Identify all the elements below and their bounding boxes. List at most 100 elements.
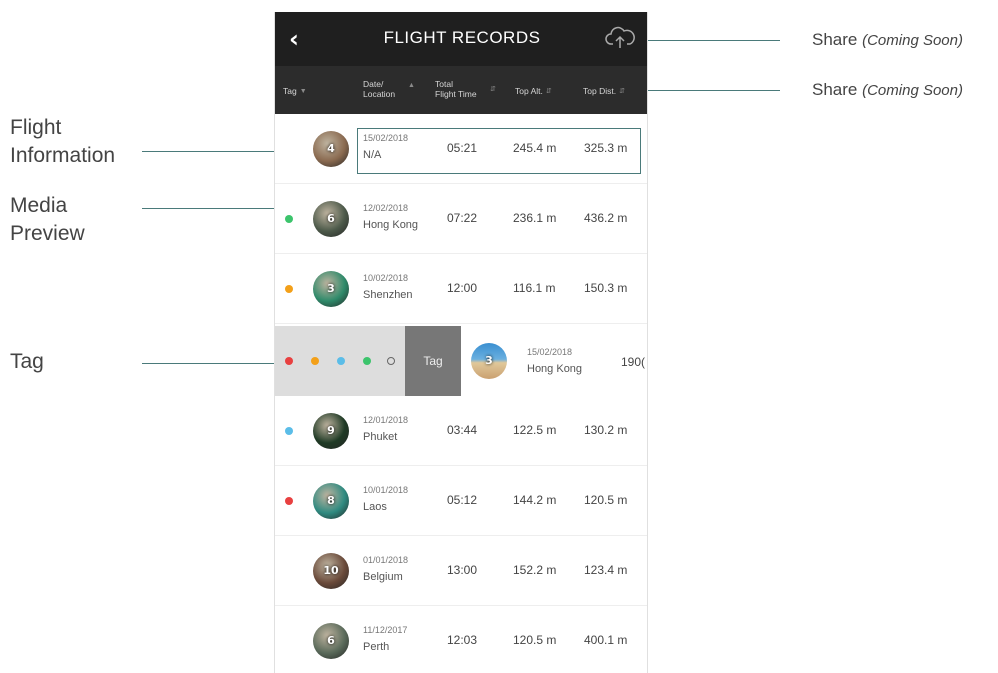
table-row[interactable]: 611/12/2017Perth12:03120.5 m400.1 m [275, 606, 648, 673]
annotation-share-1: Share (Coming Soon) [812, 30, 963, 50]
column-total-flight-time[interactable]: Total Flight Time ⇵ [435, 79, 477, 99]
tag-green-option[interactable] [363, 357, 371, 365]
column-header-bar: Tag▼ Date/ Location ▲ Total Flight Time … [275, 66, 648, 114]
flight-date: 12/01/2018 [363, 415, 408, 425]
tag-blue-option[interactable] [337, 357, 345, 365]
flight-date: 15/02/2018 [527, 347, 572, 357]
annotation-share-label: Share [812, 80, 857, 99]
total-flight-time: 05:12 [447, 493, 477, 507]
page-title: FLIGHT RECORDS [335, 28, 589, 48]
top-altitude: 120.5 m [513, 633, 556, 647]
top-altitude: 116.1 m [513, 281, 555, 295]
annotation-share-2: Share (Coming Soon) [812, 80, 963, 100]
column-label: Top Dist. [583, 86, 616, 96]
media-count: 10 [313, 553, 349, 589]
media-preview-thumbnail[interactable]: 6 [313, 201, 349, 237]
top-altitude: 152.2 m [513, 563, 556, 577]
top-distance: 120.5 m [584, 493, 627, 507]
total-flight-time: 03:44 [447, 423, 477, 437]
annotation-flight-information: Flight Information [10, 114, 115, 170]
media-preview-thumbnail[interactable]: 8 [313, 483, 349, 519]
cloud-upload-icon[interactable] [605, 24, 635, 52]
flight-location: Belgium [363, 571, 403, 583]
column-tag[interactable]: Tag▼ [283, 86, 307, 97]
media-preview-thumbnail[interactable]: 4 [313, 131, 349, 167]
flight-date: 12/02/2018 [363, 203, 408, 213]
tag-button[interactable]: Tag [405, 326, 461, 396]
flight-location: Laos [363, 501, 387, 513]
total-flight-time: 13:00 [447, 563, 477, 577]
media-count: 4 [313, 131, 349, 167]
media-preview-thumbnail[interactable]: 9 [313, 413, 349, 449]
chevron-left-icon[interactable]: ‹ [289, 26, 315, 52]
annotation-share-label: Share [812, 30, 857, 49]
column-top-alt[interactable]: Top Alt.⇵ [515, 86, 552, 97]
swiped-row[interactable]: Tag 3 15/02/2018 Hong Kong 190( [275, 326, 648, 396]
tag-none-option[interactable] [387, 357, 395, 365]
media-count: 3 [313, 271, 349, 307]
annotation-line-2: Information [10, 142, 115, 170]
top-altitude: 144.2 m [513, 493, 556, 507]
top-altitude: 236.1 m [513, 211, 556, 225]
top-distance: 400.1 m [584, 633, 627, 647]
tag-orange-option[interactable] [311, 357, 319, 365]
annotation-share-note: (Coming Soon) [862, 82, 963, 99]
annotation-line-2: Preview [10, 220, 85, 248]
tag-red-option[interactable] [285, 357, 293, 365]
media-preview-thumbnail[interactable]: 3 [471, 343, 507, 379]
sort-icon: ⇵ [619, 87, 625, 97]
phone-screen: ‹ FLIGHT RECORDS Tag▼ Date/ Location ▲ T… [274, 12, 648, 673]
flight-location: Hong Kong [363, 219, 418, 231]
flight-date: 11/12/2017 [363, 625, 407, 635]
annotation-line-1: Flight [10, 114, 115, 142]
column-label: Flight Time [435, 89, 477, 99]
media-count: 6 [313, 201, 349, 237]
media-preview-thumbnail[interactable]: 6 [313, 623, 349, 659]
annotation-connector [630, 90, 780, 91]
top-distance: 130.2 m [584, 423, 627, 437]
table-row[interactable]: 9 12/01/2018 Phuket 03:44 122.5 m 130.2 m [275, 396, 648, 466]
tag-dot [285, 215, 293, 223]
media-count: 6 [313, 623, 349, 659]
media-preview-thumbnail[interactable]: 3 [313, 271, 349, 307]
column-label: Date/ [363, 79, 395, 89]
flight-location: Hong Kong [527, 363, 582, 375]
annotation-connector [142, 363, 282, 364]
flight-location: Phuket [363, 431, 397, 443]
column-label: Total [435, 79, 477, 89]
annotation-share-note: (Coming Soon) [862, 32, 963, 49]
tag-dot [285, 497, 293, 505]
media-count: 8 [313, 483, 349, 519]
flight-date: 10/02/2018 [363, 273, 408, 283]
tag-dot [285, 427, 293, 435]
sort-icon: ⇵ [490, 85, 496, 95]
total-flight-time: 07:22 [447, 211, 477, 225]
annotation-line-1: Media [10, 192, 85, 220]
top-altitude: 122.5 m [513, 423, 556, 437]
sort-icon: ▲ [408, 81, 415, 91]
column-date-location[interactable]: Date/ Location ▲ [363, 79, 395, 99]
annotation-media-preview: Media Preview [10, 192, 85, 248]
column-top-dist[interactable]: Top Dist.⇵ [583, 86, 625, 97]
top-bar: ‹ FLIGHT RECORDS [275, 12, 648, 66]
flight-information-highlight [357, 128, 641, 174]
flight-time-partial: 190( [621, 355, 645, 369]
top-distance: 123.4 m [584, 563, 627, 577]
table-row[interactable]: 3 10/02/2018 Shenzhen 12:00 116.1 m 150.3 m [275, 254, 648, 324]
tag-dot [285, 285, 293, 293]
sort-down-icon: ▼ [300, 87, 307, 97]
swiped-row-content: 3 15/02/2018 Hong Kong 190( [461, 326, 648, 396]
column-label: Location [363, 89, 395, 99]
flight-location: Shenzhen [363, 289, 413, 301]
total-flight-time: 12:00 [447, 281, 477, 295]
total-flight-time: 12:03 [447, 633, 477, 647]
table-row[interactable]: 810/01/2018Laos05:12144.2 m120.5 m [275, 466, 648, 536]
annotation-tag: Tag [10, 348, 44, 376]
media-preview-thumbnail[interactable]: 10 [313, 553, 349, 589]
table-row[interactable]: 612/02/2018Hong Kong07:22236.1 m436.2 m [275, 184, 648, 254]
media-count: 9 [313, 413, 349, 449]
table-row[interactable]: 10 01/01/2018 Belgium 13:00 152.2 m 123.4 m [275, 536, 648, 606]
flight-date: 01/01/2018 [363, 555, 408, 565]
top-distance: 150.3 m [584, 281, 627, 295]
sort-icon: ⇵ [546, 87, 552, 97]
